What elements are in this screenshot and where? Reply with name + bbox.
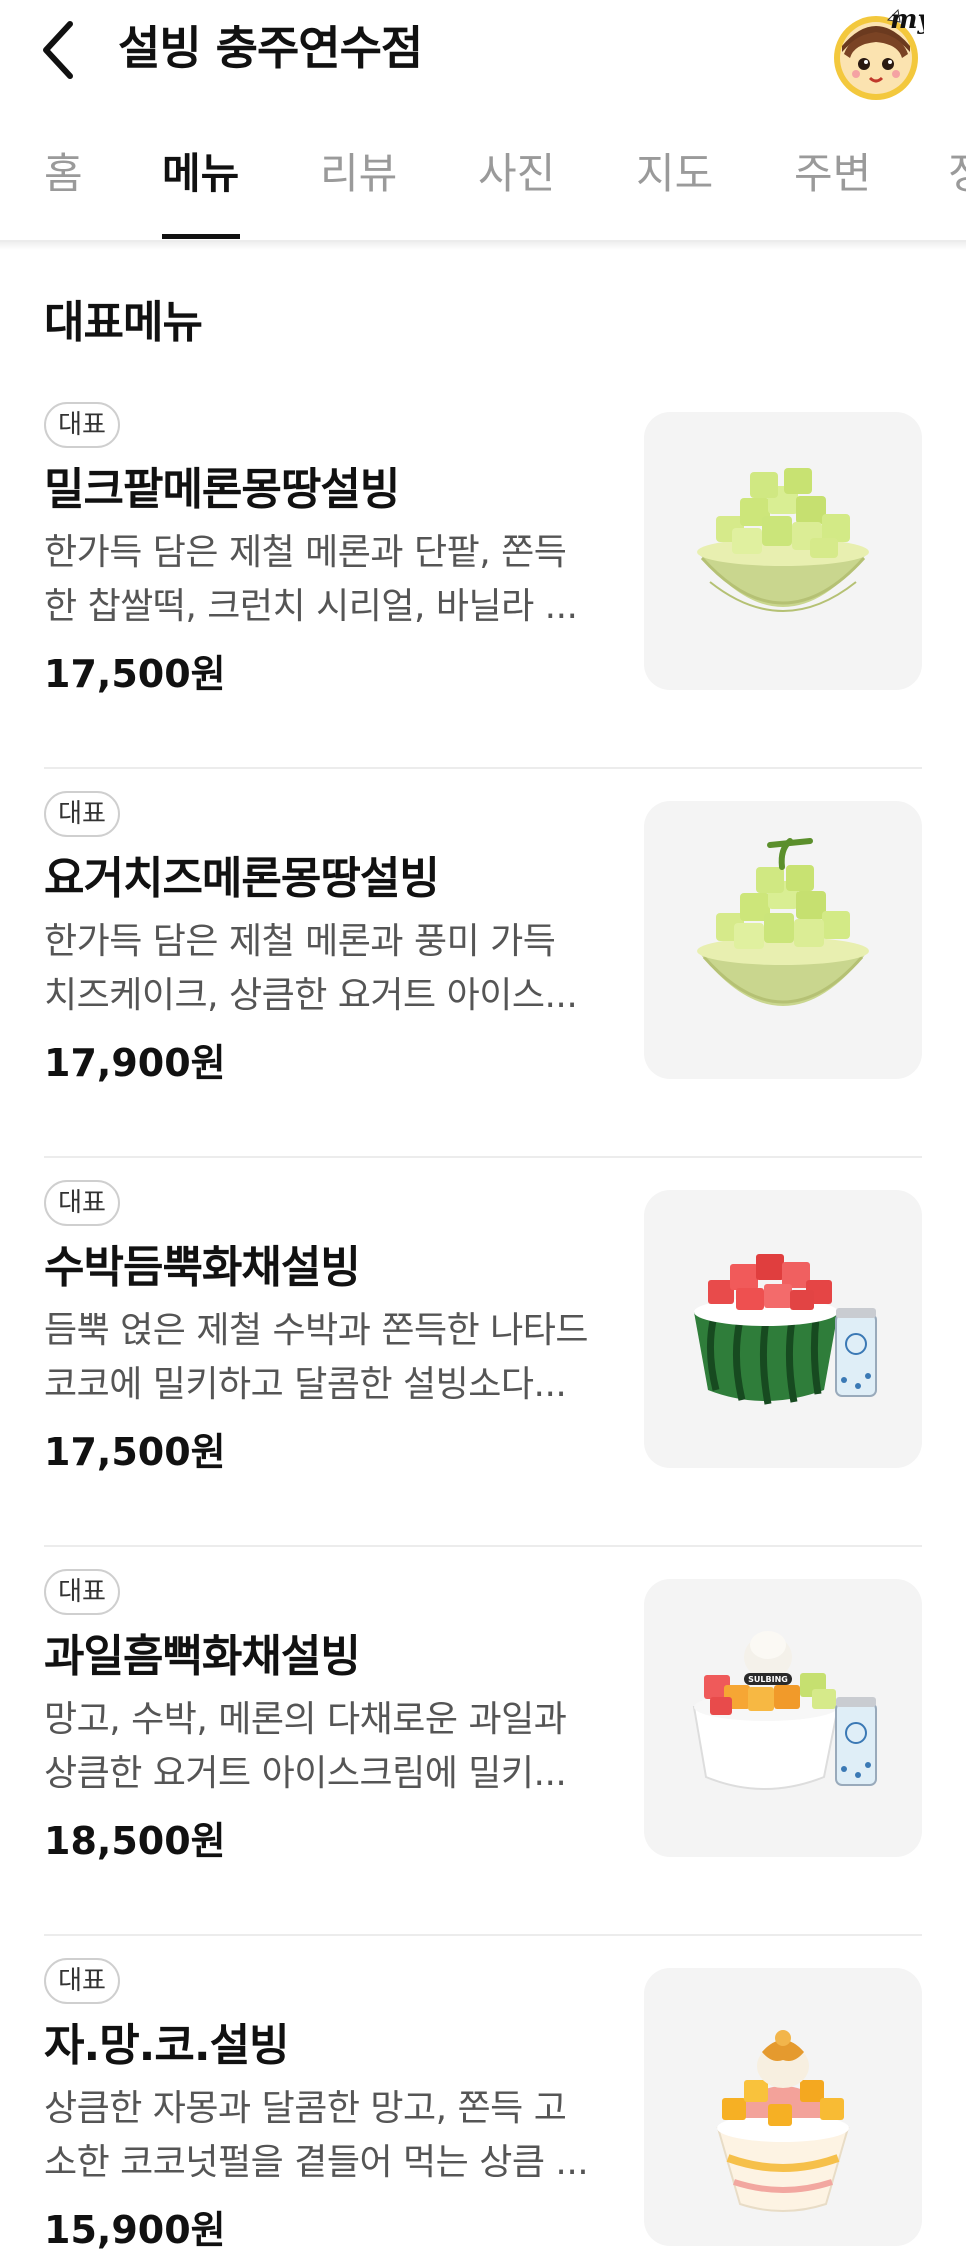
tab-home[interactable]: 홈 — [44, 146, 83, 202]
melon-bingsu-stem-image[interactable] — [644, 801, 922, 1079]
menu-item-price: 17,500원 — [44, 1430, 226, 1474]
menu-item-name: 과일흠뻑화채설빙 — [44, 1631, 361, 1682]
fruit-bingsu-image[interactable]: SULBING — [644, 1579, 922, 1857]
tab-menu[interactable]: 메뉴 — [162, 146, 239, 202]
signature-badge: 대표 — [44, 791, 120, 837]
tab-info[interactable]: 정 — [948, 146, 966, 202]
tab-active-indicator — [162, 234, 240, 239]
chevron-left-icon — [43, 21, 73, 79]
tab-reviews[interactable]: 리뷰 — [320, 146, 397, 202]
menu-item-description-line: 치즈케이크, 상큼한 요거트 아이스... — [44, 975, 578, 1016]
menu-item-description-line: 한가득 담은 제철 메론과 단팥, 쫀득 — [44, 532, 567, 573]
menu-item-description-line: 상큼한 자몽과 달콤한 망고, 쫀득 고 — [44, 2088, 567, 2129]
watermelon-bingsu-image[interactable] — [644, 1190, 922, 1468]
menu-item[interactable]: 대표 요거치즈메론몽땅설빙 한가득 담은 제철 메론과 풍미 가득 치즈케이크,… — [0, 769, 966, 1158]
avatar[interactable]: my — [828, 5, 935, 102]
signature-badge: 대표 — [44, 402, 120, 448]
menu-item-price: 18,500원 — [44, 1819, 226, 1863]
menu-item-name: 밀크팥메론몽땅설빙 — [44, 464, 400, 515]
tab-shadow — [0, 242, 966, 250]
menu-item-price: 17,900원 — [44, 1041, 226, 1085]
menu-item-name: 요거치즈메론몽땅설빙 — [44, 853, 440, 904]
menu-item[interactable]: 대표 밀크팥메론몽땅설빙 한가득 담은 제철 메론과 단팥, 쫀득 한 찹쌀떡,… — [0, 380, 966, 769]
tab-nearby[interactable]: 주변 — [794, 146, 871, 202]
menu-item[interactable]: 대표 수박듬뿍화채설빙 듬뿍 얹은 제철 수박과 쫀득한 나타드 코코에 밀키하… — [0, 1158, 966, 1547]
grapefruit-mango-bingsu-image[interactable] — [644, 1968, 922, 2246]
tab-bar: 홈 메뉴 리뷰 사진 지도 주변 정 — [0, 126, 966, 242]
menu-item-description-line: 소한 코코넛펄을 곁들어 먹는 상큼 ... — [44, 2142, 589, 2183]
menu-item-description: 한가득 담은 제철 메론과 풍미 가득 치즈케이크, 상큼한 요거트 아이스..… — [44, 915, 604, 1023]
menu-item-price: 15,900원 — [44, 2208, 226, 2252]
menu-item-description-line: 코코에 밀키하고 달콤한 설빙소다... — [44, 1364, 567, 1405]
signature-badge: 대표 — [44, 1958, 120, 2004]
menu-item-description-line: 망고, 수박, 메론의 다채로운 과일과 — [44, 1699, 567, 1740]
menu-item-description: 망고, 수박, 메론의 다채로운 과일과 상큼한 요거트 아이스크림에 밀키..… — [44, 1693, 604, 1801]
menu-item-description-line: 한가득 담은 제철 메론과 풍미 가득 — [44, 921, 556, 962]
app-header: 설빙 충주연수점 my — [0, 0, 966, 100]
menu-item[interactable]: 대표 과일흠뻑화채설빙 망고, 수박, 메론의 다채로운 과일과 상큼한 요거트… — [0, 1547, 966, 1936]
fruit-bingsu-brand-text: SULBING — [748, 1675, 788, 1684]
tab-map[interactable]: 지도 — [636, 146, 713, 202]
melon-bingsu-image[interactable] — [644, 412, 922, 690]
menu-item-description: 듬뿍 얹은 제철 수박과 쫀득한 나타드 코코에 밀키하고 달콤한 설빙소다..… — [44, 1304, 604, 1412]
menu-item-name: 수박듬뿍화채설빙 — [44, 1242, 361, 1293]
page-title: 설빙 충주연수점 — [118, 21, 423, 75]
menu-item-description-line: 한 찹쌀떡, 크런치 시리얼, 바닐라 ... — [44, 586, 578, 627]
tab-photos[interactable]: 사진 — [478, 146, 555, 202]
menu-item[interactable]: 대표 자.망.코.설빙 상큼한 자몽과 달콤한 망고, 쫀득 고 소한 코코넛펄… — [0, 1936, 966, 2255]
signature-badge: 대표 — [44, 1180, 120, 1226]
menu-item-name: 자.망.코.설빙 — [44, 2020, 290, 2071]
menu-list: 대표 밀크팥메론몽땅설빙 한가득 담은 제철 메론과 단팥, 쫀득 한 찹쌀떡,… — [0, 380, 966, 2255]
back-button[interactable] — [30, 14, 86, 86]
menu-item-description: 상큼한 자몽과 달콤한 망고, 쫀득 고 소한 코코넛펄을 곁들어 먹는 상큼 … — [44, 2082, 604, 2190]
menu-item-description: 한가득 담은 제철 메론과 단팥, 쫀득 한 찹쌀떡, 크런치 시리얼, 바닐라… — [44, 526, 604, 634]
menu-item-price: 17,500원 — [44, 652, 226, 696]
signature-badge: 대표 — [44, 1569, 120, 1615]
section-title: 대표메뉴 — [44, 297, 203, 348]
menu-item-description-line: 상큼한 요거트 아이스크림에 밀키... — [44, 1753, 567, 1794]
avatar-text: my — [890, 6, 924, 35]
menu-item-description-line: 듬뿍 얹은 제철 수박과 쫀득한 나타드 — [44, 1310, 589, 1351]
